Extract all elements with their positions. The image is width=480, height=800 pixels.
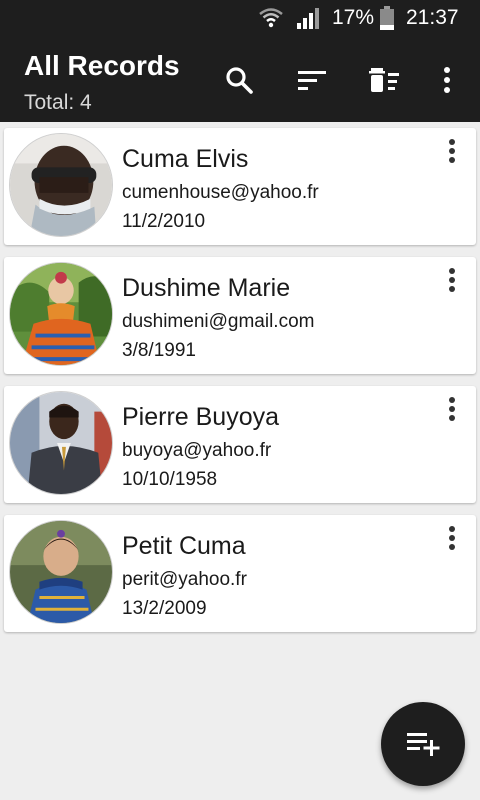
- record-email: buyoya@yahoo.fr: [122, 440, 272, 461]
- clock: 21:37: [406, 6, 459, 29]
- record-menu-button[interactable]: [440, 521, 464, 555]
- overflow-menu-button[interactable]: [427, 60, 467, 100]
- playlist-add-icon: [407, 733, 440, 756]
- page-title: All Records: [24, 50, 180, 81]
- delete-sweep-icon: [369, 68, 399, 92]
- sort-icon: [298, 71, 326, 90]
- more-vert-icon: [449, 526, 455, 550]
- signal-icon: [297, 8, 319, 29]
- record-date: 13/2/2009: [122, 598, 207, 619]
- wifi-icon: [259, 8, 283, 28]
- add-record-button[interactable]: [381, 702, 465, 786]
- record-name: Cuma Elvis: [122, 145, 249, 173]
- avatar-photo: [10, 392, 112, 494]
- avatar: [9, 391, 113, 495]
- battery-percent: 17%: [332, 6, 375, 29]
- search-icon: [226, 67, 253, 94]
- record-date: 3/8/1991: [122, 340, 196, 361]
- avatar: [9, 133, 113, 237]
- record-card[interactable]: Petit Cuma perit@yahoo.fr 13/2/2009: [4, 515, 476, 632]
- battery-icon: [380, 6, 394, 30]
- status-bar: 17% 21:37: [0, 0, 480, 36]
- record-email: cumenhouse@yahoo.fr: [122, 182, 319, 203]
- record-card[interactable]: Pierre Buyoya buyoya@yahoo.fr 10/10/1958: [4, 386, 476, 503]
- avatar: [9, 262, 113, 366]
- record-name: Dushime Marie: [122, 274, 291, 302]
- delete-all-button[interactable]: [364, 60, 404, 100]
- avatar-photo: [10, 134, 112, 236]
- avatar: [9, 520, 113, 624]
- record-name: Petit Cuma: [122, 532, 246, 560]
- more-vert-icon: [449, 268, 455, 292]
- record-count: Total: 4: [24, 91, 92, 114]
- record-card[interactable]: Cuma Elvis cumenhouse@yahoo.fr 11/2/2010: [4, 128, 476, 245]
- record-menu-button[interactable]: [440, 263, 464, 297]
- record-email: dushimeni@gmail.com: [122, 311, 315, 332]
- sort-button[interactable]: [292, 60, 332, 100]
- app-bar: All Records Total: 4: [0, 36, 480, 122]
- more-vert-icon: [449, 139, 455, 163]
- record-date: 11/2/2010: [122, 211, 206, 232]
- record-menu-button[interactable]: [440, 134, 464, 168]
- more-vert-icon: [449, 397, 455, 421]
- record-date: 10/10/1958: [122, 469, 218, 490]
- search-button[interactable]: [219, 60, 259, 100]
- more-vert-icon: [444, 67, 450, 93]
- avatar-photo: [10, 521, 112, 623]
- avatar-photo: [10, 263, 112, 365]
- record-card[interactable]: Dushime Marie dushimeni@gmail.com 3/8/19…: [4, 257, 476, 374]
- record-menu-button[interactable]: [440, 392, 464, 426]
- record-email: perit@yahoo.fr: [122, 569, 247, 590]
- record-name: Pierre Buyoya: [122, 403, 280, 431]
